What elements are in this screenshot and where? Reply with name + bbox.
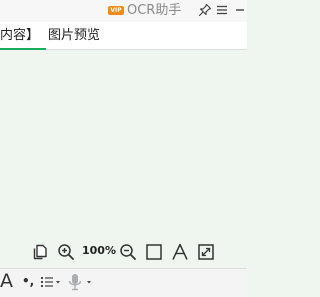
microphone-icon[interactable] xyxy=(66,273,94,291)
preview-area[interactable] xyxy=(0,50,247,238)
app-title: OCR助手 xyxy=(127,3,182,18)
copy-icon[interactable] xyxy=(31,243,49,261)
menu-icon[interactable] xyxy=(215,3,229,17)
fit-square-icon[interactable] xyxy=(145,243,163,261)
image-toolbar xyxy=(0,238,247,266)
tab-image-preview[interactable]: 图片预览 xyxy=(48,28,100,44)
zoom-out-icon[interactable] xyxy=(119,243,137,261)
vip-badge[interactable]: VIP xyxy=(108,6,124,15)
tab-content[interactable]: 内容】 xyxy=(0,28,39,44)
pin-icon[interactable] xyxy=(198,3,212,17)
dropdown-icon[interactable] xyxy=(233,3,247,17)
title-bar: VIP OCR助手 xyxy=(0,0,247,22)
list-format-icon[interactable] xyxy=(40,275,62,289)
zoom-in-icon[interactable] xyxy=(57,243,75,261)
text-recognize-icon[interactable] xyxy=(171,243,189,261)
bottom-toolbar: A •, xyxy=(0,268,247,297)
punctuation-button[interactable]: •, xyxy=(22,272,34,290)
tab-bar: 内容】 图片预览 xyxy=(0,22,247,50)
zoom-level[interactable]: 100% xyxy=(82,244,116,258)
fullscreen-icon[interactable] xyxy=(197,243,215,261)
font-style-button[interactable]: A xyxy=(0,270,13,292)
